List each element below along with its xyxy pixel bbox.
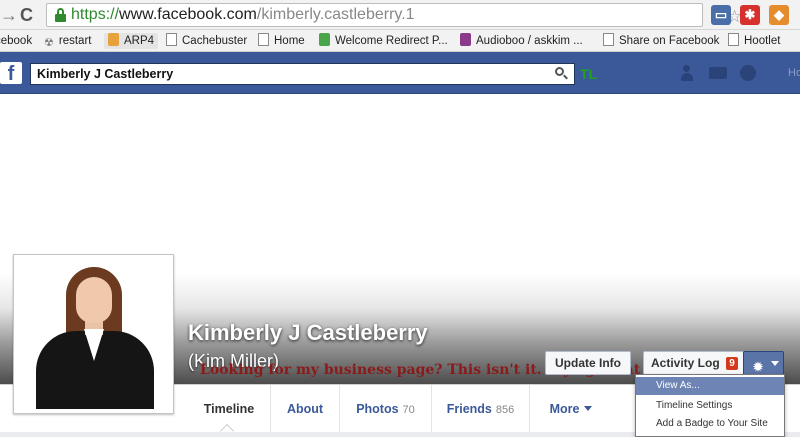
browser-toolbar: → C https://www.facebook.com/kimberly.ca…: [0, 0, 800, 30]
extension-window-icon[interactable]: ▭: [711, 5, 731, 25]
friends-count: 856: [495, 404, 515, 416]
bookmark-label: restart: [58, 35, 92, 47]
friend-requests-icon[interactable]: [681, 65, 699, 81]
search-icon[interactable]: [555, 67, 568, 81]
tab-label: About: [286, 402, 324, 416]
facebook-search-input[interactable]: Kimberly J Castleberry: [30, 63, 575, 85]
screen: → C https://www.facebook.com/kimberly.ca…: [0, 0, 800, 437]
tab-label: More: [549, 402, 580, 416]
bookmark-arp4[interactable]: ARP4: [104, 33, 159, 49]
page-icon: [603, 33, 614, 46]
tab-label: Friends: [446, 402, 492, 416]
extension-fox-icon[interactable]: ◆: [769, 5, 789, 25]
lock-icon: [55, 8, 66, 22]
photos-count: 70: [402, 404, 415, 416]
bookmark-label: Audioboo / askkim ...: [476, 35, 583, 47]
menu-item-view-as[interactable]: View As...: [636, 377, 784, 395]
bookmark-label: Hootlet: [744, 35, 781, 47]
bookmark-home[interactable]: Home: [258, 33, 305, 49]
bookmark-welcome-redirect[interactable]: Welcome Redirect P...: [319, 33, 448, 49]
bookmark-hootlet[interactable]: Hootlet: [728, 33, 780, 49]
bookmark-restart[interactable]: ☢ restart: [44, 33, 91, 49]
url-host: www.facebook.com: [119, 6, 257, 23]
tab-more[interactable]: More: [530, 385, 612, 433]
bookmark-share-on-facebook[interactable]: Share on Facebook: [603, 33, 719, 49]
settings-gear-button[interactable]: ✹: [743, 351, 784, 375]
profile-picture[interactable]: [13, 254, 174, 414]
bookmark-label: Home: [274, 35, 305, 47]
back-arrow-icon[interactable]: →: [0, 5, 18, 25]
chevron-down-icon: [771, 361, 779, 366]
bookmark-label: Share on Facebook: [619, 35, 720, 47]
tab-label: Photos: [356, 402, 399, 416]
menu-item-add-badge[interactable]: Add a Badge to Your Site: [636, 415, 784, 433]
profile-photo-image: [18, 259, 169, 409]
url-text: https://www.facebook.com/kimberly.castle…: [71, 6, 415, 24]
bookmark-cachebuster[interactable]: Cachebuster: [166, 33, 247, 49]
bookmarks-bar: cebook ☢ restart ARP4 Cachebuster Home We…: [0, 30, 800, 52]
home-link[interactable]: Hom: [788, 67, 800, 79]
activity-count-badge: 9: [726, 357, 738, 370]
search-value: Kimberly J Castleberry: [37, 67, 174, 81]
audioboo-icon: [460, 33, 471, 46]
chevron-down-icon: [584, 406, 593, 411]
bookmark-label: cebook: [0, 35, 33, 47]
page-icon: [258, 33, 269, 46]
facebook-logo-icon[interactable]: f: [0, 62, 22, 85]
settings-dropdown-menu: View As... Timeline Settings Add a Badge…: [635, 374, 785, 437]
activity-log-label: Activity Log: [651, 356, 720, 370]
update-info-button[interactable]: Update Info: [545, 351, 631, 375]
menu-item-timeline-settings[interactable]: Timeline Settings: [636, 397, 784, 415]
page-icon: [166, 33, 177, 46]
facebook-header: f Kimberly J Castleberry TL Hom: [0, 52, 800, 94]
tab-friends[interactable]: Friends 856: [432, 385, 530, 433]
activity-log-button[interactable]: Activity Log 9: [643, 351, 744, 375]
profile-name[interactable]: Kimberly J Castleberry: [188, 320, 428, 346]
tab-label: Timeline: [203, 402, 255, 416]
tab-photos[interactable]: Photos 70: [340, 385, 432, 433]
radiation-icon: ☢: [44, 37, 54, 49]
messages-icon[interactable]: [709, 67, 727, 79]
arp-icon: [108, 33, 119, 46]
tl-badge: TL: [580, 66, 598, 82]
bookmark-facebook[interactable]: cebook: [0, 33, 32, 49]
bookmark-label: Welcome Redirect P...: [335, 35, 448, 47]
tab-about[interactable]: About: [271, 385, 340, 433]
notifications-globe-icon[interactable]: [740, 65, 756, 81]
address-bar[interactable]: https://www.facebook.com/kimberly.castle…: [46, 3, 742, 27]
green-app-icon: [319, 33, 330, 46]
bookmark-label: Cachebuster: [182, 35, 248, 47]
page-icon: [728, 33, 739, 46]
extension-asterisk-icon[interactable]: ✱: [740, 5, 760, 25]
bookmark-label: ARP4: [124, 35, 155, 47]
reload-icon[interactable]: C: [20, 4, 40, 26]
url-scheme: https://: [71, 6, 120, 23]
url-path: /kimberly.castleberry.1: [256, 6, 415, 23]
bookmark-audioboo[interactable]: Audioboo / askkim ...: [460, 33, 583, 49]
